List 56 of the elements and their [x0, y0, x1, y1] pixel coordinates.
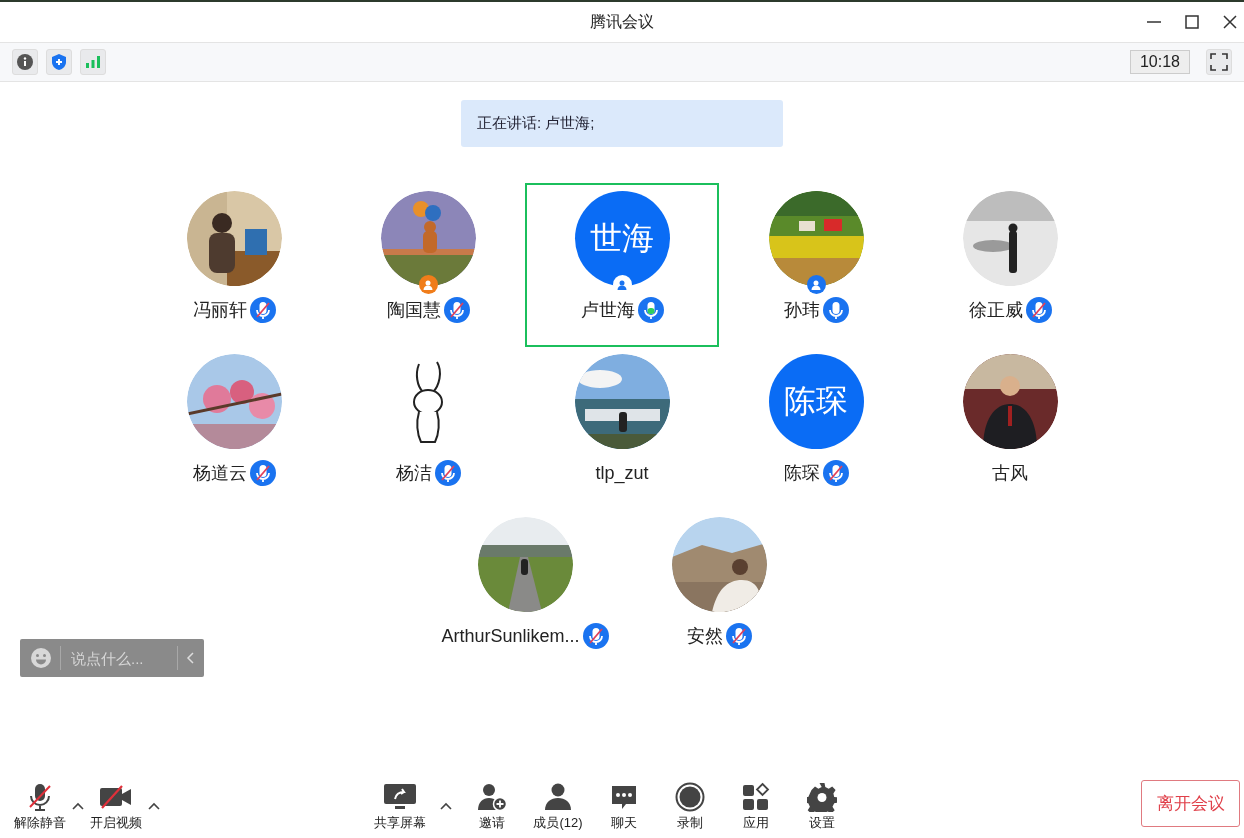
participant-name: 安然 [686, 625, 723, 648]
participant-name: 孙玮 [783, 299, 820, 322]
window-title: 腾讯会议 [590, 11, 654, 32]
participant-tile[interactable]: tlp_zut [525, 346, 719, 510]
toolbar-button[interactable]: 邀请 [466, 781, 518, 832]
collapse-icon[interactable] [186, 651, 196, 665]
participant-tile[interactable]: 安然 [622, 509, 816, 673]
participant-name: 陶国慧 [386, 299, 441, 322]
caret-icon[interactable] [440, 801, 452, 810]
participant-tile[interactable]: 陶国慧 [331, 183, 525, 347]
toolbar-button[interactable]: 共享屏幕 [374, 781, 426, 832]
participant-tile[interactable]: 冯丽轩 [137, 183, 331, 347]
participant-name: 徐正威 [968, 299, 1023, 322]
record-icon [675, 781, 705, 812]
chat-input-field[interactable]: 说点什么... [69, 648, 169, 668]
shield-icon[interactable] [46, 49, 72, 75]
info-icon[interactable] [12, 49, 38, 75]
speaking-banner: 正在讲话: 卢世海; [461, 100, 783, 147]
caret-icon[interactable] [72, 801, 84, 810]
maximize-icon[interactable] [1184, 14, 1200, 30]
participant-tile[interactable]: 徐正威 [913, 183, 1107, 347]
close-icon[interactable] [1222, 14, 1238, 30]
chat-input-bar[interactable]: 说点什么... [20, 639, 204, 677]
settings-icon [807, 781, 837, 812]
participant-tile[interactable]: ArthurSunlikem... [428, 509, 622, 673]
participant-name: ArthurSunlikem... [441, 625, 580, 647]
participant-name: 杨道云 [192, 462, 247, 485]
meeting-timer: 10:18 [1129, 50, 1190, 74]
toolbar-button[interactable]: 应用 [730, 781, 782, 832]
participant-tile[interactable]: 杨洁 [331, 346, 525, 510]
initials-avatar: 陈琛 [768, 354, 864, 449]
toolbar-button[interactable]: 开启视频 [90, 781, 142, 832]
participant-tile[interactable]: 陈琛 陈琛 [719, 346, 913, 510]
toolbar-button[interactable]: 设置 [796, 781, 848, 832]
participant-tile[interactable]: 世海 卢世海 [525, 183, 719, 347]
fullscreen-icon[interactable] [1206, 49, 1232, 75]
participant-name: 古风 [992, 462, 1028, 485]
apps-icon [741, 781, 771, 812]
participant-tile[interactable]: 杨道云 [137, 346, 331, 510]
participant-tile[interactable]: 古风 [913, 346, 1107, 510]
person-icon [543, 781, 573, 812]
screen-share-icon [383, 781, 417, 812]
toolbar-button[interactable]: 解除静音 [14, 781, 66, 832]
participant-name: 冯丽轩 [192, 299, 247, 322]
toolbar-button[interactable]: 成员(12) [532, 781, 584, 832]
participant-name: 杨洁 [395, 462, 432, 485]
leave-meeting-button[interactable]: 离开会议 [1141, 780, 1240, 827]
add-person-icon [476, 781, 508, 812]
participant-name: 卢世海 [580, 299, 635, 322]
caret-icon[interactable] [148, 801, 160, 810]
participant-name: tlp_zut [595, 462, 649, 484]
toolbar-button[interactable]: 录制 [664, 781, 716, 832]
participant-name: 陈琛 [783, 462, 820, 485]
initials-avatar: 世海 [574, 191, 670, 286]
toolbar-button[interactable]: 聊天 [598, 781, 650, 832]
participant-tile[interactable]: 孙玮 [719, 183, 913, 347]
